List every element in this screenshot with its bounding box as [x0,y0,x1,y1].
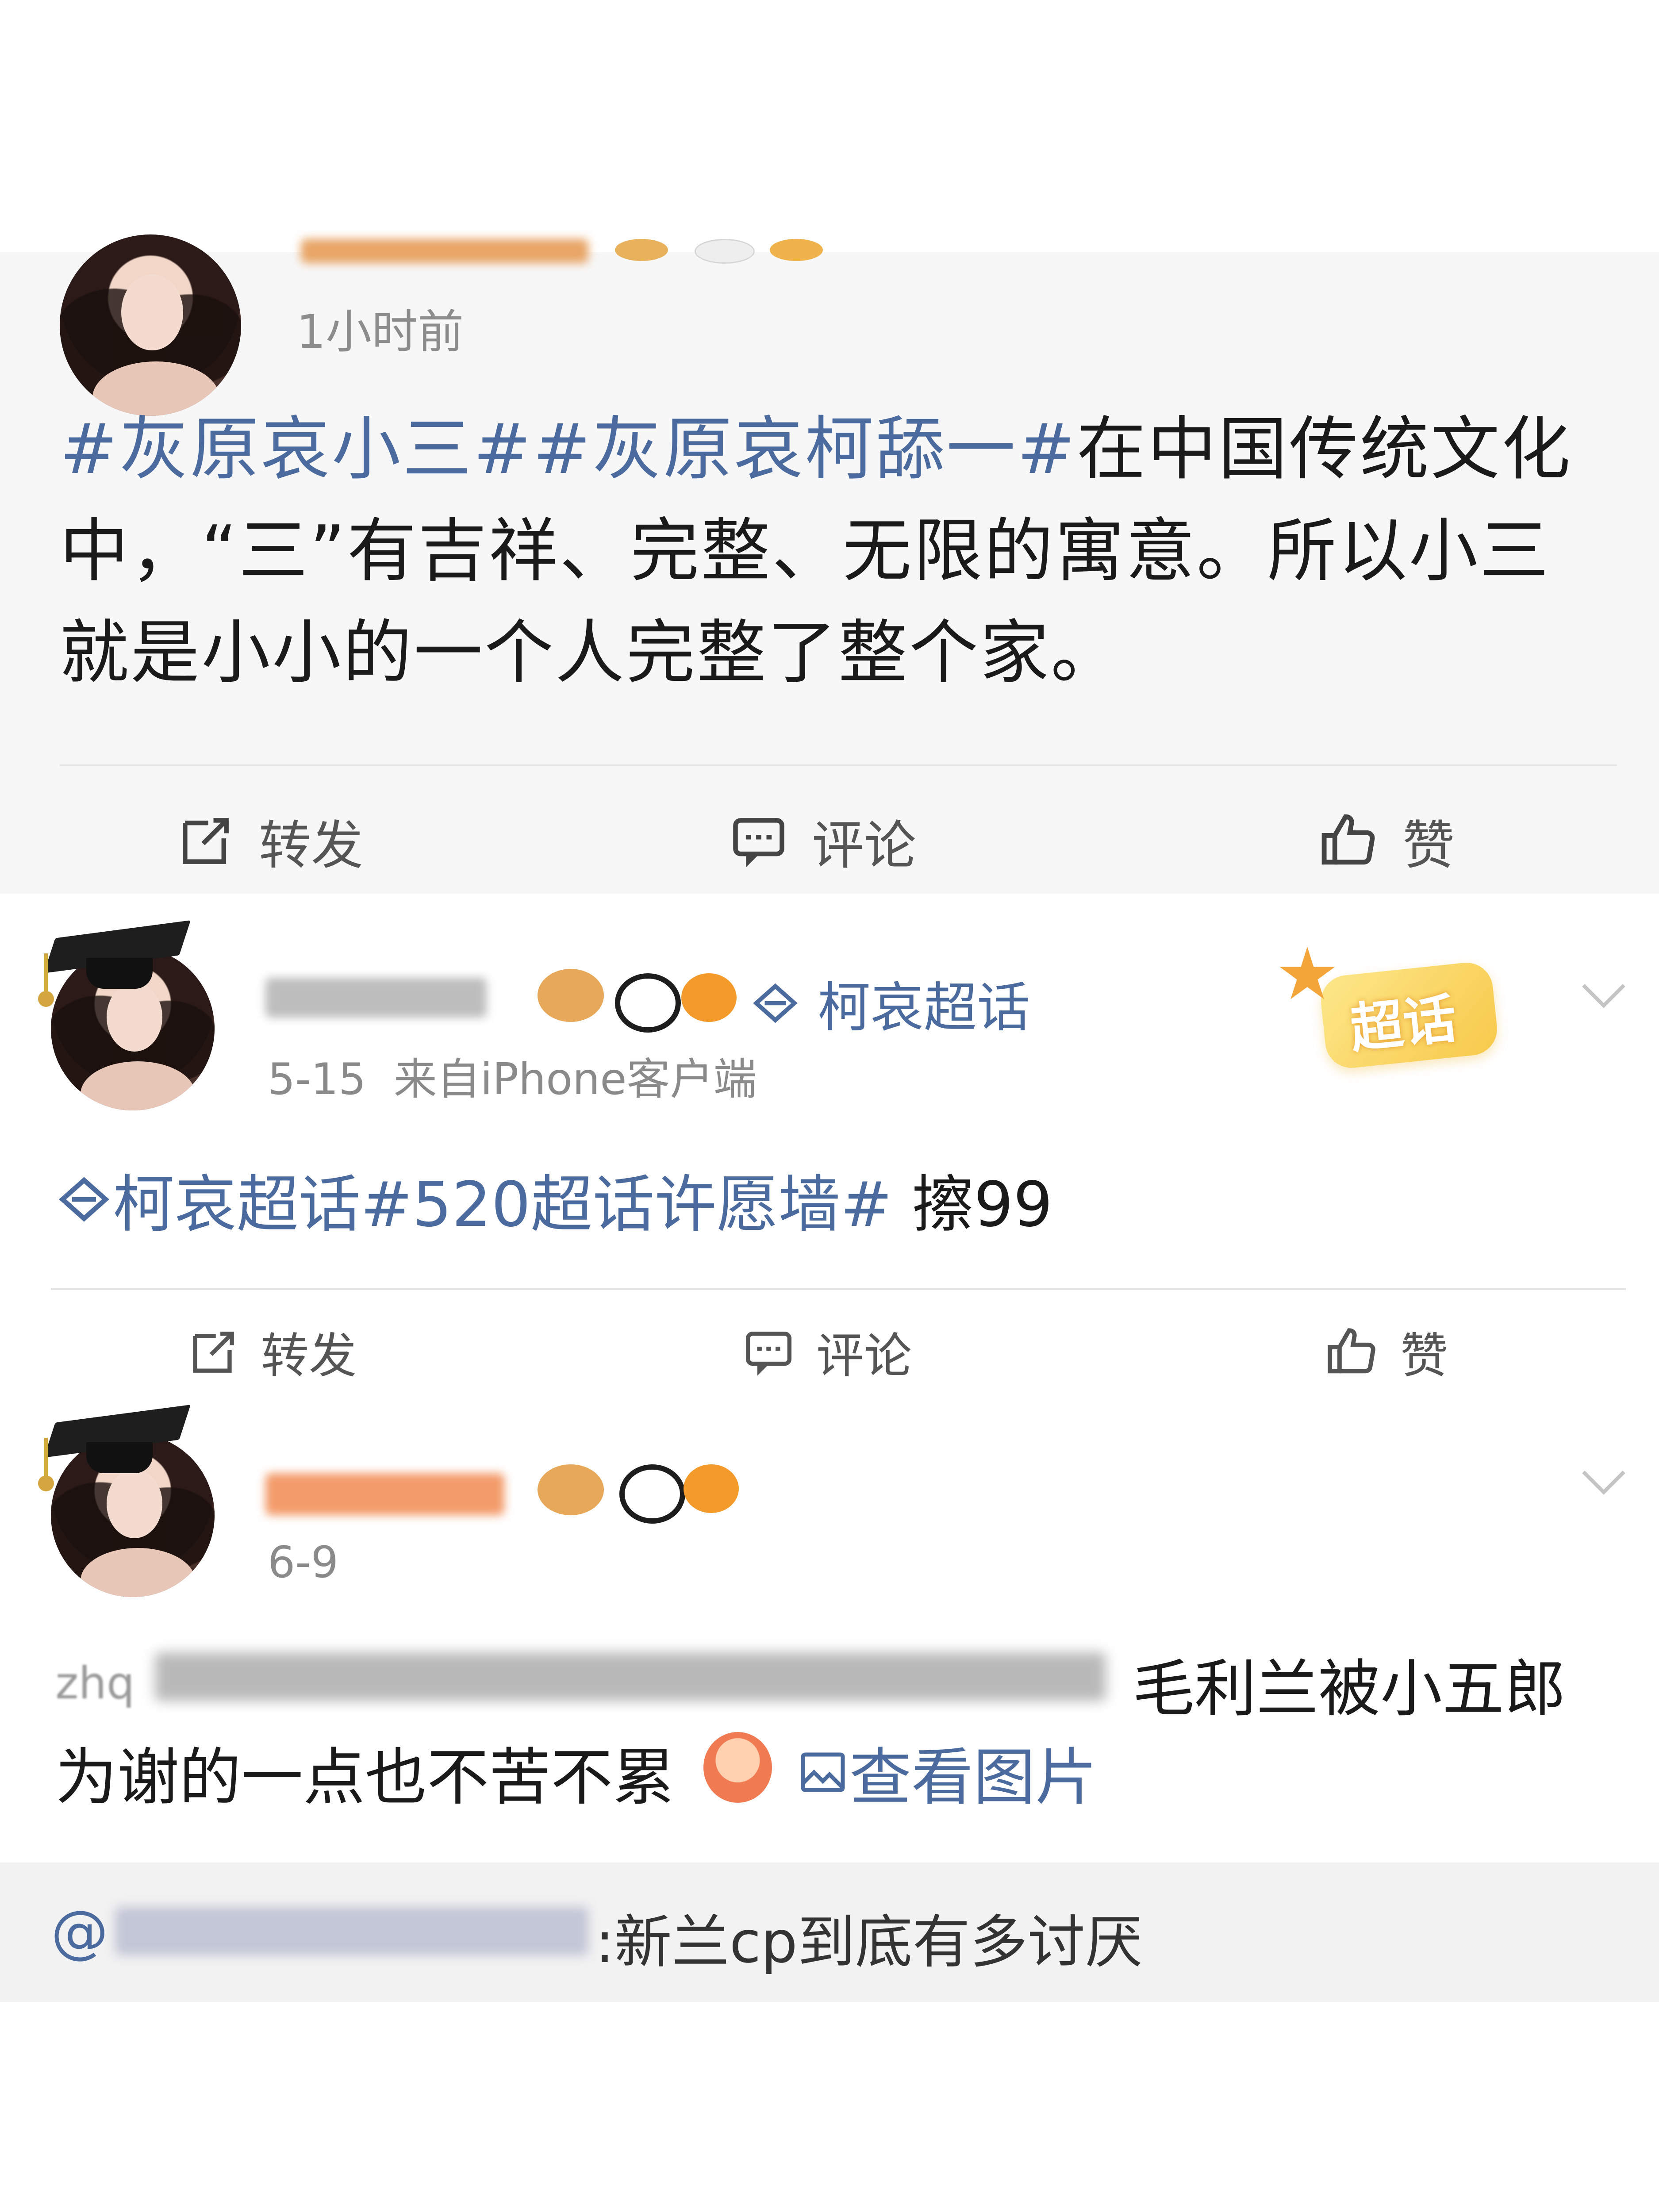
fish-icon [681,973,737,1022]
comment-button[interactable]: 评论 [728,803,916,879]
comment-bubble-icon [745,1331,792,1375]
quote-text: :新兰cp到底有多讨厌 [595,1909,1143,1976]
quoted-username-blurred[interactable] [115,1907,588,1955]
graduation-cap-icon [38,1405,191,1491]
post-text-line-2: 中，“三”有吉祥、完整、无限的寓意。所以小三 [60,511,1551,591]
comment-label: 评论 [816,1329,912,1384]
avatar[interactable] [60,234,241,416]
chevron-down-icon[interactable] [1579,1464,1628,1500]
topic-hashtag-link[interactable]: 柯哀超话#520超话许愿墙# [113,1169,892,1241]
edit-square-icon [183,818,229,864]
fish-icon [684,1464,739,1513]
post-time: 1小时前 [296,305,464,359]
username-blurred[interactable] [265,978,487,1018]
like-button[interactable]: 赞 [1316,803,1455,879]
badge-icon [770,239,823,261]
panda-icon [615,973,681,1033]
post-time: 6-9 [268,1537,339,1588]
like-label: 赞 [1402,815,1455,876]
super-topic-badge[interactable]: 超话 [1318,960,1500,1071]
thumbs-up-icon [1321,814,1375,865]
username-blurred[interactable] [265,1473,504,1515]
divider [51,1288,1626,1290]
post-text: 柯哀超话#520超话许愿墙# 擦99 [55,1155,1052,1244]
post-text-line-1: #灰原哀小三##灰原哀柯舔一#在中国传统文化 [60,409,1572,489]
post-meta: 5-15 来自iPhone客户端 [268,1054,757,1105]
crown-badge-icon [538,969,604,1022]
comment-button[interactable]: 评论 [741,1317,912,1386]
hashtag-link[interactable]: #灰原哀小三##灰原哀柯舔一# [60,409,1077,489]
crown-badge-icon [538,1464,604,1515]
like-button[interactable]: 赞 [1323,1317,1448,1386]
diamond-topic-icon [753,983,798,1023]
post-text-line-3: 就是小小的一个人完整了整个家。 [60,612,1121,693]
image-icon [801,1752,845,1792]
post-card-3: 6-9 zhq 毛利兰被小五郎 为谢的一点也不苦不累 查看图片 @ :新兰cp到… [0,1380,1659,2002]
like-label: 赞 [1400,1329,1448,1384]
topic-link[interactable]: 柯哀超话 [750,964,1030,1041]
badge-icon [615,239,668,261]
edit-square-icon [193,1331,234,1373]
post-card-2: 柯哀超话 5-15 来自iPhone客户端 超话 柯哀超话#520超话许愿墙# … [0,894,1659,1384]
super-topic-label: 超话 [1347,988,1459,1060]
diamond-topic-icon [59,1177,109,1222]
view-image-link[interactable]: 查看图片 [796,1728,1097,1817]
quote-prefix[interactable]: @ [51,1898,108,1965]
repost-button[interactable]: 转发 [186,1317,357,1386]
post-text-line-1: zhq [55,1657,135,1709]
post-text-line-2: 为谢的一点也不苦不累 [55,1742,675,1814]
graduation-cap-icon [38,920,191,1007]
username-blurred[interactable] [301,239,588,263]
badge-icon [695,239,755,264]
post-card-1: 1小时前 #灰原哀小三##灰原哀柯舔一#在中国传统文化 中，“三”有吉祥、完整、… [0,234,1659,894]
comment-label: 评论 [812,815,917,876]
post-text-line-1-rest: 毛利兰被小五郎 [1133,1653,1567,1725]
blurred-text [155,1652,1106,1701]
pray-emoji-icon [703,1732,772,1803]
divider [60,764,1617,766]
repost-button[interactable]: 转发 [175,803,363,879]
panda-icon [619,1464,685,1524]
chevron-down-icon[interactable] [1579,978,1628,1013]
repost-label: 转发 [259,815,364,876]
thumbs-up-icon [1328,1328,1375,1374]
comment-bubble-icon [733,818,784,867]
repost-label: 转发 [261,1329,357,1384]
